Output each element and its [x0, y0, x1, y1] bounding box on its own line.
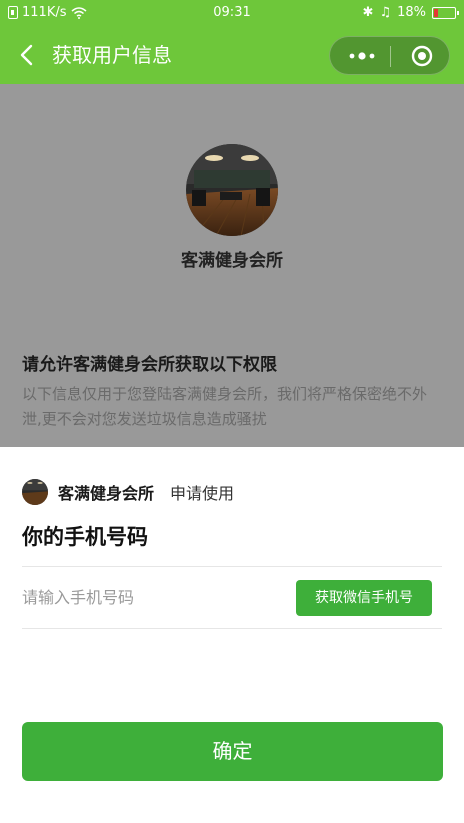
- applicant-name: 客满健身会所: [58, 484, 155, 503]
- target-icon[interactable]: [411, 45, 433, 67]
- status-bar: 111K/s 09:31 ✱ ♫ 18%: [0, 0, 464, 27]
- page-title: 获取用户信息: [52, 43, 172, 67]
- capsule-divider: [390, 46, 391, 67]
- divider-top: [22, 566, 442, 567]
- dimmed-background: 客满健身会所 请允许客满健身会所获取以下权限 以下信息仅用于您登陆客满健身会所，…: [0, 84, 464, 447]
- app-name: 客满健身会所: [181, 251, 283, 271]
- app-avatar-large: [186, 144, 278, 236]
- alarm-icon: ♫: [379, 5, 392, 20]
- mini-program-capsule: [329, 36, 450, 75]
- permission-description: 以下信息仅用于您登陆客满健身会所，我们将严格保密绝不外泄,更不会对您发送垃圾信息…: [22, 385, 428, 428]
- divider-bottom: [22, 628, 442, 629]
- more-icon[interactable]: [348, 48, 376, 64]
- applicant-row: 客满健身会所 申请使用: [22, 479, 234, 505]
- permission-title: 请允许客满健身会所获取以下权限: [22, 355, 277, 375]
- request-title: 你的手机号码: [22, 525, 148, 549]
- bluetooth-icon: ✱: [362, 5, 374, 20]
- get-wechat-phone-button[interactable]: 获取微信手机号: [296, 580, 432, 616]
- battery-icon: [432, 6, 459, 19]
- gym-interior-thumbnail: [22, 479, 48, 505]
- status-right: ✱ ♫ 18%: [362, 5, 459, 20]
- authorization-sheet: 客满健身会所 申请使用 你的手机号码 获取微信手机号 确定: [0, 447, 464, 823]
- app-avatar-small: [22, 479, 48, 505]
- back-icon[interactable]: [18, 44, 38, 66]
- confirm-button[interactable]: 确定: [22, 722, 443, 781]
- nav-bar: 获取用户信息: [0, 27, 464, 84]
- applicant-action: 申请使用: [170, 484, 235, 503]
- battery-percent: 18%: [397, 5, 426, 20]
- gym-interior-image: [186, 144, 278, 236]
- phone-number-input[interactable]: [22, 582, 282, 612]
